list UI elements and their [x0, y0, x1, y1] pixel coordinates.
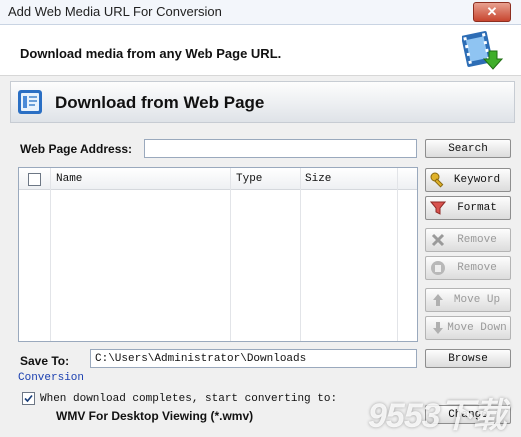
banner-text: Download media from any Web Page URL. [20, 46, 282, 61]
close-button[interactable]: ✕ [473, 2, 511, 22]
remove-button[interactable]: Remove [425, 228, 511, 252]
remove-all-button[interactable]: Remove [425, 256, 511, 280]
conversion-link[interactable]: Conversion [18, 372, 84, 384]
close-icon: ✕ [486, 4, 498, 19]
convert-checkbox[interactable] [22, 392, 35, 405]
keyword-label: Keyword [453, 174, 501, 186]
save-to-label: Save To: [20, 354, 70, 368]
arrow-up-icon [433, 294, 443, 306]
title-bar: Add Web Media URL For Conversion ✕ [0, 0, 521, 25]
remove-label: Remove [457, 234, 497, 246]
move-down-label: Move Down [447, 322, 507, 334]
column-divider [50, 168, 51, 341]
column-header-type[interactable]: Type [236, 173, 262, 185]
filter-icon [430, 201, 446, 215]
key-icon [430, 172, 444, 188]
column-divider [300, 168, 301, 341]
section-header: Download from Web Page [10, 81, 515, 123]
remove-x-icon [431, 233, 445, 247]
arrow-down-icon [433, 322, 443, 334]
trash-icon [431, 261, 445, 275]
move-down-button[interactable]: Move Down [425, 316, 511, 340]
media-list-table[interactable]: Name Type Size [18, 167, 418, 342]
remove-all-label: Remove [457, 262, 497, 274]
film-download-icon [462, 31, 504, 70]
convert-checkbox-label: When download completes, start convertin… [40, 393, 338, 405]
format-label: Format [457, 202, 497, 214]
search-button[interactable]: Search [425, 139, 511, 158]
select-all-checkbox[interactable] [28, 173, 41, 186]
address-label: Web Page Address: [20, 142, 133, 156]
keyword-button[interactable]: Keyword [425, 168, 511, 192]
web-address-input[interactable] [144, 139, 417, 158]
checkmark-icon [24, 394, 33, 403]
format-button[interactable]: Format [425, 196, 511, 220]
column-header-name[interactable]: Name [56, 173, 82, 185]
site-watermark: 9553下载 [368, 397, 507, 435]
save-path-input[interactable]: C:\Users\Administrator\Downloads [90, 349, 417, 368]
column-divider [230, 168, 231, 341]
column-divider [397, 168, 398, 341]
move-up-button[interactable]: Move Up [425, 288, 511, 312]
window-title: Add Web Media URL For Conversion [8, 4, 222, 19]
browse-button[interactable]: Browse [425, 349, 511, 368]
header-banner: Download media from any Web Page URL. [0, 25, 521, 76]
column-header-size[interactable]: Size [305, 173, 331, 185]
web-page-icon [18, 90, 42, 114]
section-title: Download from Web Page [55, 93, 265, 112]
move-up-label: Move Up [453, 294, 501, 306]
output-format: WMV For Desktop Viewing (*.wmv) [56, 409, 254, 423]
